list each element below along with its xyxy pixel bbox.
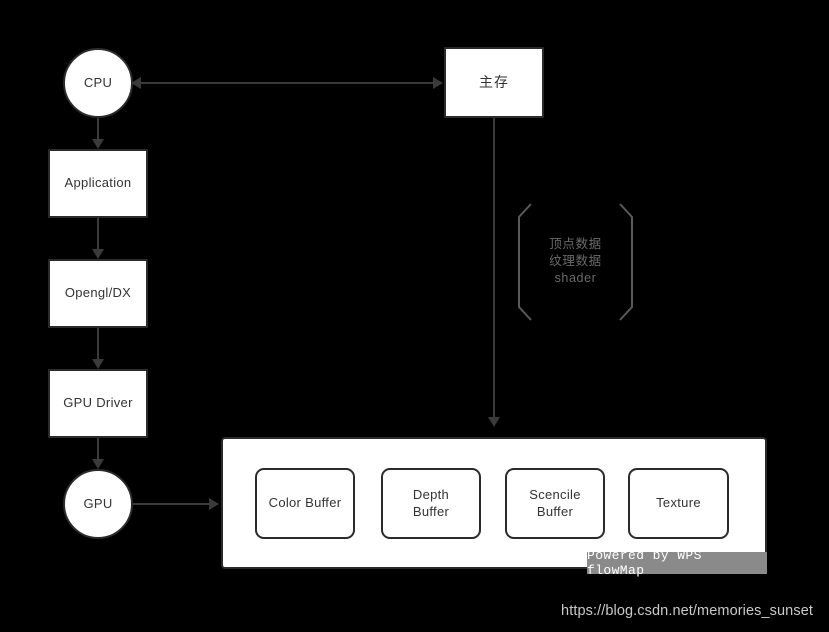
arrowhead-main-memory-to-buffers	[488, 417, 500, 427]
arrowhead-cpu-to-main-memory	[433, 77, 443, 89]
node-opengl-dx[interactable]: Opengl/DX	[48, 259, 148, 328]
footer-blog-url: https://blog.csdn.net/memories_sunset	[561, 603, 813, 619]
diagram-canvas: CPU Application Opengl/DX GPU Driver GPU…	[0, 0, 829, 632]
arrowhead-gpu-driver-to-gpu	[92, 459, 104, 469]
watermark-wps-flowmap: Powered by WPS flowMap	[587, 548, 767, 578]
node-depth-buffer[interactable]: Depth Buffer	[381, 468, 481, 539]
node-opengl-dx-label: Opengl/DX	[64, 285, 132, 301]
node-texture-buffer[interactable]: Texture	[628, 468, 729, 539]
edge-main-memory-to-buffers	[493, 118, 495, 418]
annotation-vertex-data: 顶点数据 纹理数据 shader	[518, 203, 633, 321]
edge-gpu-driver-to-gpu	[97, 438, 99, 461]
arrowhead-gpu-to-buffers	[209, 498, 219, 510]
node-main-memory-label: 主存	[479, 74, 509, 91]
edge-gpu-to-buffers	[133, 503, 211, 505]
node-gpu[interactable]: GPU	[63, 469, 133, 539]
node-scencile-buffer[interactable]: Scencile Buffer	[505, 468, 605, 539]
arrowhead-cpu-to-application	[92, 139, 104, 149]
annotation-text: 顶点数据 纹理数据 shader	[549, 237, 602, 285]
node-scencile-buffer-label: Scencile Buffer	[529, 486, 581, 519]
edge-opengl-to-gpu-driver	[97, 328, 99, 360]
node-cpu-label: CPU	[83, 74, 113, 90]
arrowhead-opengl-to-gpu-driver	[92, 359, 104, 369]
node-color-buffer[interactable]: Color Buffer	[255, 468, 355, 539]
edge-cpu-to-application	[97, 118, 99, 141]
arrowhead-main-memory-to-cpu	[131, 77, 141, 89]
edge-application-to-opengl	[97, 218, 99, 250]
node-application-label: Application	[64, 175, 132, 191]
node-gpu-label: GPU	[83, 495, 113, 511]
node-color-buffer-label: Color Buffer	[268, 495, 342, 511]
node-application[interactable]: Application	[48, 149, 148, 218]
node-gpu-driver-label: GPU Driver	[63, 395, 133, 411]
node-depth-buffer-label: Depth Buffer	[412, 486, 450, 519]
node-main-memory[interactable]: 主存	[444, 47, 544, 118]
edge-cpu-main-memory	[140, 82, 442, 84]
arrowhead-application-to-opengl	[92, 249, 104, 259]
node-texture-buffer-label: Texture	[656, 495, 701, 511]
node-cpu[interactable]: CPU	[63, 48, 133, 118]
node-gpu-driver[interactable]: GPU Driver	[48, 369, 148, 438]
